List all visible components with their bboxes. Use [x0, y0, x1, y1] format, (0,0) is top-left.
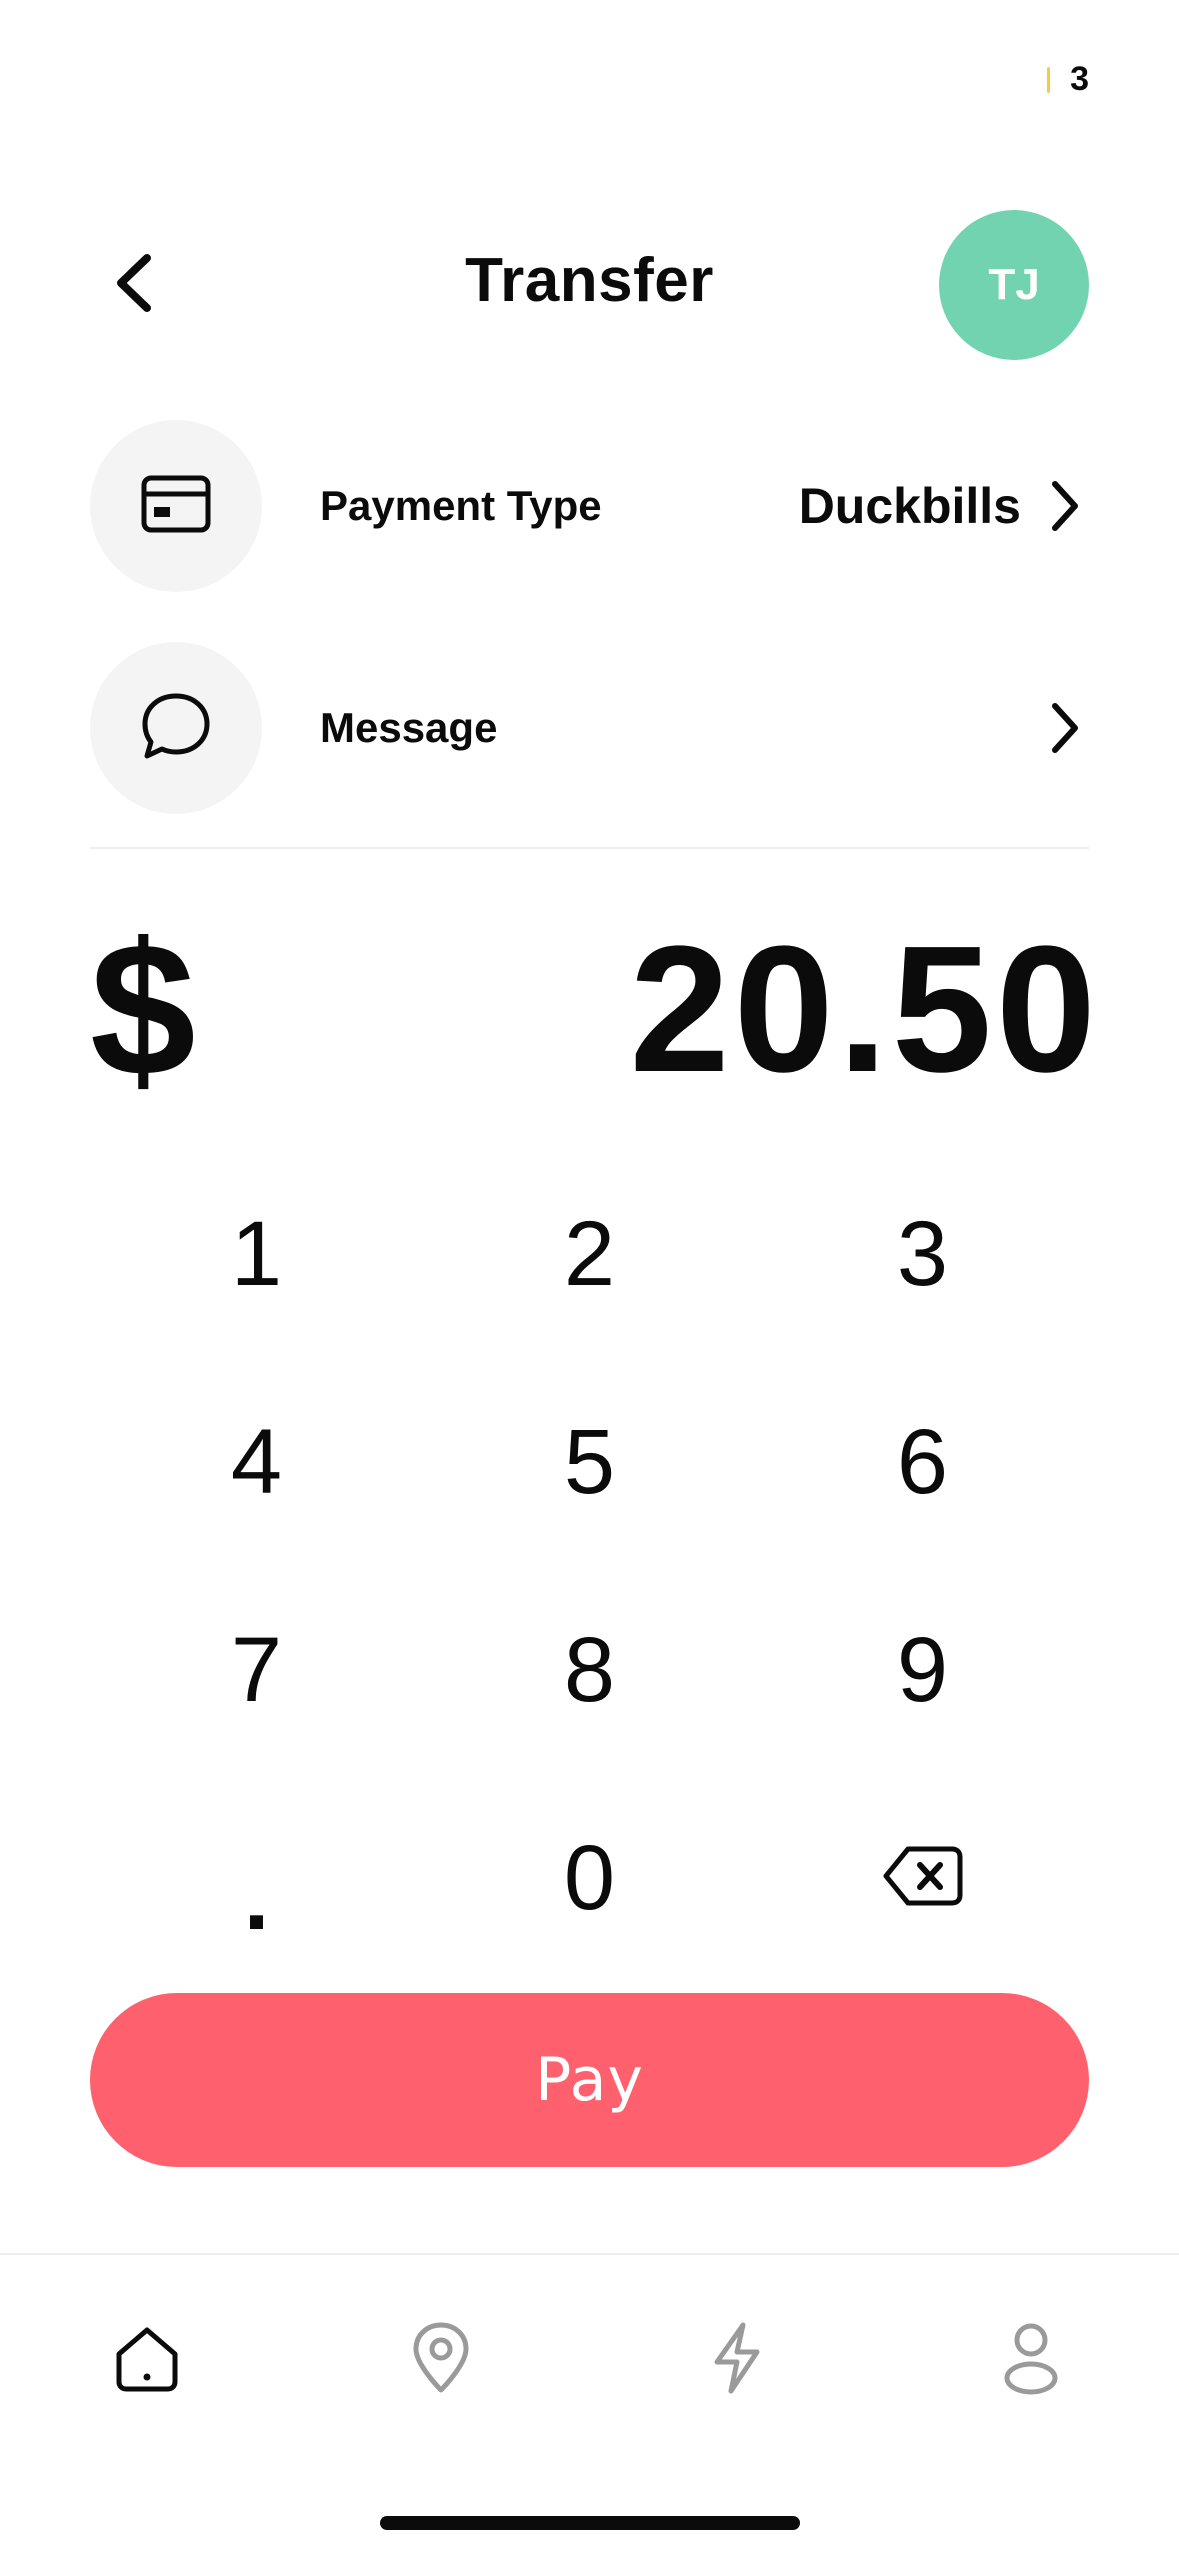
- key-7[interactable]: 7: [90, 1566, 423, 1774]
- header: Transfer TJ: [90, 205, 1089, 360]
- message-row[interactable]: Message: [90, 642, 1089, 814]
- location-pin-icon: [408, 2320, 474, 2401]
- amount-display: $ 20.50: [90, 910, 1100, 1110]
- key-5[interactable]: 5: [423, 1358, 756, 1566]
- currency-symbol: $: [90, 904, 196, 1116]
- payment-type-label: Payment Type: [320, 482, 602, 529]
- chat-bubble-icon: [139, 690, 213, 767]
- tab-activity[interactable]: [687, 2310, 787, 2410]
- tab-home[interactable]: [97, 2310, 197, 2410]
- key-1[interactable]: 1: [90, 1150, 423, 1358]
- message-icon-wrapper: [90, 642, 262, 814]
- number-keypad: 1 2 3 4 5 6 7 8 9 . 0: [90, 1150, 1089, 1982]
- divider: [90, 847, 1089, 849]
- home-icon: [109, 2320, 185, 2401]
- pay-button[interactable]: Pay: [90, 1993, 1089, 2167]
- home-indicator: [380, 2516, 800, 2530]
- payment-type-icon-wrapper: [90, 420, 262, 592]
- backspace-key[interactable]: [756, 1774, 1089, 1982]
- key-3[interactable]: 3: [756, 1150, 1089, 1358]
- key-8[interactable]: 8: [423, 1566, 756, 1774]
- user-icon: [1001, 2320, 1061, 2401]
- key-9[interactable]: 9: [756, 1566, 1089, 1774]
- credit-card-icon: [140, 474, 212, 539]
- tab-bar: [0, 2310, 1179, 2410]
- chevron-right-icon: [1039, 698, 1089, 758]
- lightning-bolt-icon: [707, 2320, 767, 2401]
- backspace-icon: [880, 1826, 966, 1931]
- key-6[interactable]: 6: [756, 1358, 1089, 1566]
- message-label: Message: [320, 704, 498, 751]
- key-4[interactable]: 4: [90, 1358, 423, 1566]
- avatar[interactable]: TJ: [939, 210, 1089, 360]
- key-2[interactable]: 2: [423, 1150, 756, 1358]
- key-decimal[interactable]: .: [90, 1774, 423, 1982]
- payment-type-row[interactable]: Payment Type Duckbills: [90, 420, 1089, 592]
- payment-type-value: Duckbills: [798, 478, 1021, 534]
- tab-location[interactable]: [391, 2310, 491, 2410]
- status-indicator: [1047, 66, 1051, 93]
- chevron-right-icon: [1039, 476, 1089, 536]
- tab-bar-divider: [0, 2253, 1179, 2255]
- status-bar: 3: [1047, 60, 1089, 99]
- tab-profile[interactable]: [981, 2310, 1081, 2410]
- amount-value: 20.50: [629, 909, 1100, 1110]
- status-count: 3: [1070, 60, 1089, 98]
- key-0[interactable]: 0: [423, 1774, 756, 1982]
